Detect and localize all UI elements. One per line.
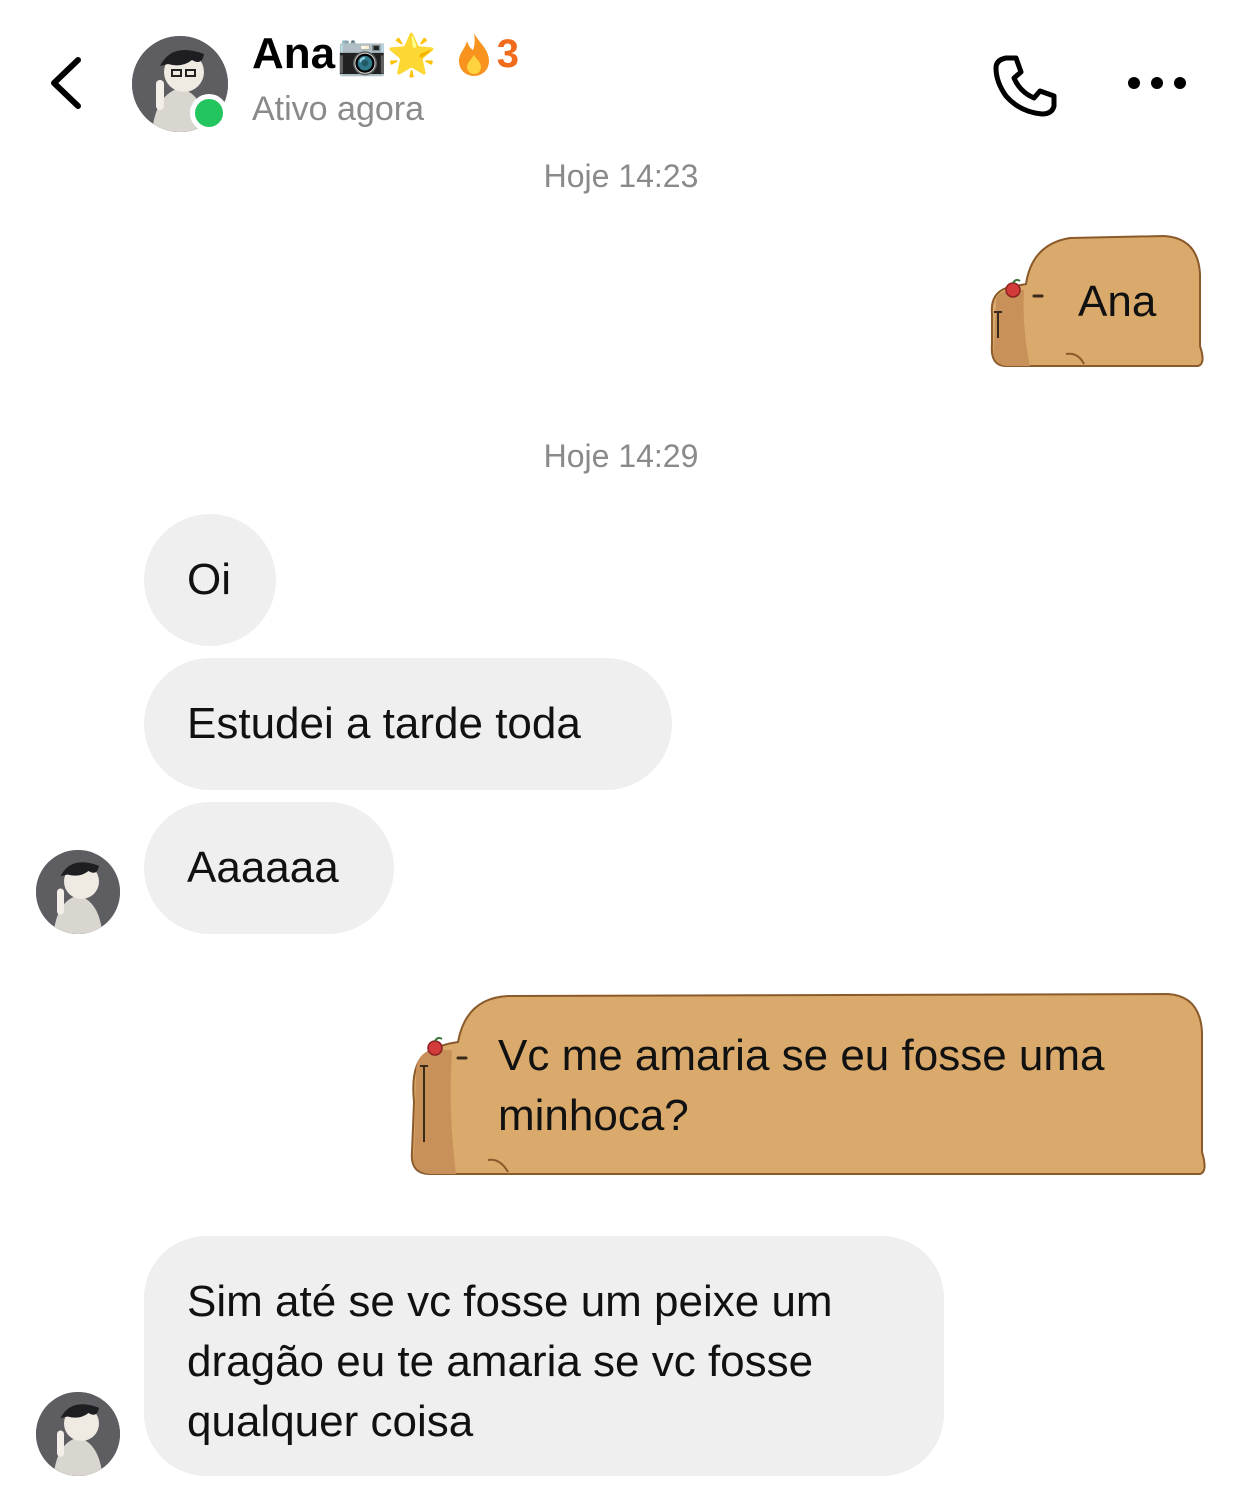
streak-badge: 3: [455, 31, 519, 77]
message-text-line: minhoca?: [498, 1091, 689, 1140]
more-options-button[interactable]: [1124, 66, 1190, 100]
back-button[interactable]: [44, 52, 94, 114]
message-text: Ana: [1078, 277, 1157, 326]
sent-message-bubble[interactable]: Ana: [986, 234, 1206, 370]
received-message-bubble[interactable]: Oi: [144, 514, 276, 646]
active-status: Ativo agora: [252, 90, 424, 128]
message-text-line: qualquer coisa: [187, 1397, 474, 1446]
received-message-bubble[interactable]: Sim até se vc fosse um peixe um dragão e…: [144, 1236, 944, 1476]
received-message-bubble[interactable]: Estudei a tarde toda: [144, 658, 672, 790]
received-message-bubble[interactable]: Aaaaaa: [144, 802, 394, 934]
contact-name-row[interactable]: Ana 📷🌟 3: [252, 26, 519, 82]
message-text-line: Vc me amaria se eu fosse uma: [498, 1031, 1105, 1080]
more-horizontal-icon: [1128, 77, 1186, 89]
streak-count: 3: [496, 31, 519, 76]
name-emojis: 📷🌟: [337, 31, 437, 78]
fire-icon: [458, 33, 489, 76]
message-text: Estudei a tarde toda: [187, 699, 581, 748]
sender-avatar[interactable]: [36, 1392, 120, 1476]
contact-name: Ana: [252, 29, 336, 78]
phone-icon: [993, 55, 1057, 117]
message-text: Aaaaaa: [187, 843, 339, 892]
online-status-dot: [190, 94, 228, 132]
message-text: Oi: [187, 555, 231, 604]
call-button[interactable]: [990, 52, 1060, 118]
chevron-left-icon: [51, 57, 81, 109]
sender-avatar[interactable]: [36, 850, 120, 934]
message-text-line: Sim até se vc fosse um peixe um: [187, 1277, 833, 1326]
sent-message-bubble[interactable]: Vc me amaria se eu fosse uma minhoca?: [408, 992, 1208, 1178]
message-text-line: dragão eu te amaria se vc fosse: [187, 1337, 814, 1386]
timestamp-divider: Hoje 14:29: [543, 438, 699, 474]
timestamp-divider: Hoje 14:23: [543, 158, 699, 194]
